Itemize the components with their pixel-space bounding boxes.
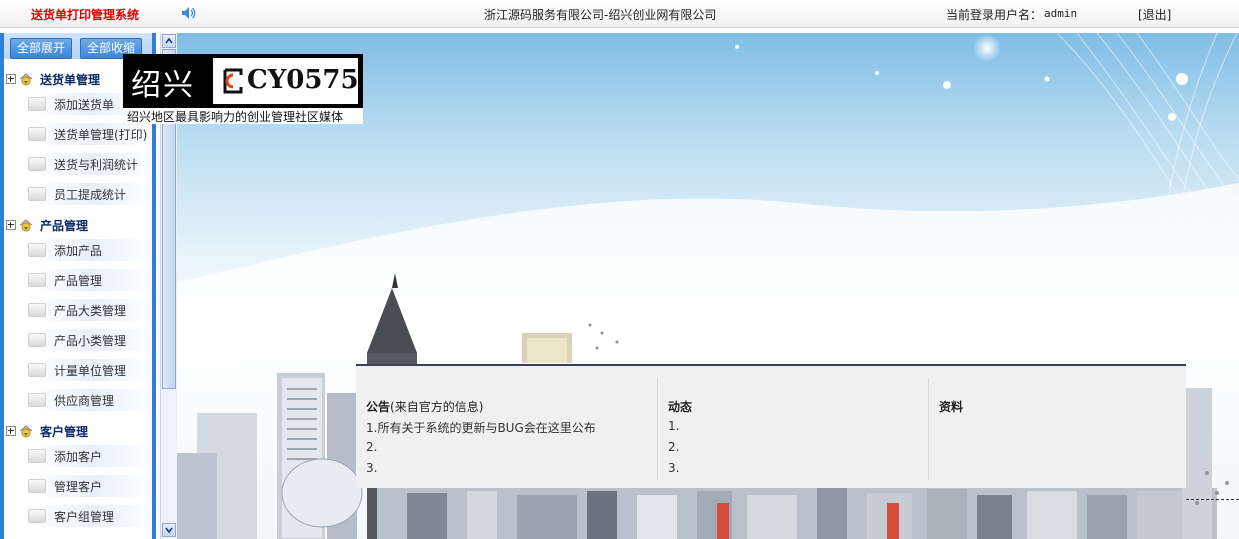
logo-right-panel: CY0575 <box>213 58 359 104</box>
page-icon <box>28 363 46 377</box>
notice-subtitle: (来自官方的信息) <box>390 400 484 414</box>
sidebar-menu-item[interactable]: 送货与利润统计 <box>4 153 152 175</box>
sidebar-menu-item-label: 产品小类管理 <box>54 334 127 348</box>
page-icon <box>28 157 46 171</box>
scroll-down-button[interactable] <box>162 523 176 537</box>
news-line-3: 3. <box>668 461 680 475</box>
page-icon <box>28 303 46 317</box>
sidebar-menu-item[interactable]: 管理客户 <box>4 475 152 497</box>
page-icon <box>28 509 46 523</box>
logo-slogan: 绍兴地区最具影响力的创业管理社区媒体 <box>127 108 363 124</box>
login-label: 当前登录用户名： <box>946 8 1043 22</box>
sidebar-menu-item[interactable]: 产品管理 <box>4 269 152 291</box>
menu-group-label[interactable]: 送货单管理 <box>40 71 100 88</box>
expand-toggle-icon[interactable] <box>6 220 16 230</box>
sidebar-menu-item[interactable]: 客户组管理 <box>4 505 152 527</box>
sidebar-menu-item-label: 产品管理 <box>54 274 103 288</box>
sidebar-menu-item-label: 员工提成统计 <box>54 188 127 202</box>
sidebar-menu-item-label: 送货与利润统计 <box>54 158 139 172</box>
speaker-icon[interactable] <box>181 6 197 20</box>
news-column: 动态 1. 2. 3. <box>657 378 928 480</box>
notice-line-1: 1.所有关于系统的更新与BUG会在这里公布 <box>366 421 596 435</box>
chevron-up-icon <box>165 37 173 44</box>
page-icon <box>28 479 46 493</box>
app-title: 送货单打印管理系统 <box>31 8 140 22</box>
dashed-divider <box>1186 499 1239 500</box>
folder-group-icon <box>18 423 34 439</box>
sidebar-menu-item-label: 添加产品 <box>54 244 103 258</box>
notice-line-3: 3. <box>366 461 378 475</box>
logo-box: 绍兴 CY0575 <box>123 54 363 108</box>
sidebar-menu-item-label: 添加客户 <box>54 450 103 464</box>
news-line-2: 2. <box>668 440 680 454</box>
page-icon <box>28 333 46 347</box>
login-username: admin <box>1044 7 1078 20</box>
folder-group-icon <box>18 217 34 233</box>
expand-toggle-icon[interactable] <box>6 426 16 436</box>
page-icon <box>28 273 46 287</box>
logo-mark-icon <box>223 68 243 94</box>
page-icon <box>28 187 46 201</box>
sidebar-menu-item-label: 供应商管理 <box>54 394 115 408</box>
sidebar-menu-item-label: 送货单管理(打印) <box>54 128 148 142</box>
sidebar-menu-item[interactable]: 产品大类管理 <box>4 299 152 321</box>
sidebar-menu-item[interactable]: 产品小类管理 <box>4 329 152 351</box>
news-title: 动态 <box>668 400 693 414</box>
sidebar-menu-item[interactable]: 添加产品 <box>4 239 152 261</box>
menu-group-label[interactable]: 客户管理 <box>40 423 88 440</box>
sidebar-menu-item-label: 管理客户 <box>54 480 103 494</box>
sidebar-menu-item[interactable]: 供应商管理 <box>4 389 152 411</box>
folder-group-icon <box>18 71 34 87</box>
page-icon <box>28 243 46 257</box>
notice-heading: 公告 <box>366 400 391 414</box>
sidebar-menu-item-label: 计量单位管理 <box>54 364 127 378</box>
company-name: 浙江源码服务有限公司-绍兴创业网有限公司 <box>484 8 717 22</box>
sidebar-menu-item[interactable]: 添加客户 <box>4 445 152 467</box>
notice-column: 公告(来自官方的信息) 1.所有关于系统的更新与BUG会在这里公布 2. 3. <box>356 378 656 480</box>
expand-toggle-icon[interactable] <box>6 74 16 84</box>
logo-text-cn: 绍兴 <box>131 68 195 103</box>
logout-link[interactable]: [退出] <box>1138 6 1171 23</box>
sidebar-menu-item[interactable]: 送货单管理(打印) <box>4 123 152 145</box>
sidebar-menu-item-label: 客户组管理 <box>54 510 115 524</box>
page-icon <box>28 97 46 111</box>
notice-line-2: 2. <box>366 440 378 454</box>
sidebar-menu-item[interactable]: 计量单位管理 <box>4 359 152 381</box>
page-icon <box>28 393 46 407</box>
news-line-1: 1. <box>668 419 680 433</box>
menu-group-label[interactable]: 产品管理 <box>40 217 88 234</box>
chevron-down-icon <box>165 527 173 534</box>
expand-all-button[interactable]: 全部展开 <box>10 38 73 59</box>
sidebar-menu-item-label: 添加送货单 <box>54 98 115 112</box>
logo-text-en: CY0575 <box>247 65 359 95</box>
page-icon <box>28 127 46 141</box>
logo: 绍兴 CY0575 绍兴地区最具影响力的创业管理社区媒体 <box>123 54 363 124</box>
notice-title: 公告(来自官方的信息) <box>366 398 483 415</box>
page-icon <box>28 449 46 463</box>
notice-panel: 公告(来自官方的信息) 1.所有关于系统的更新与BUG会在这里公布 2. 3. … <box>356 364 1186 488</box>
sidebar-menu-item[interactable]: 员工提成统计 <box>4 183 152 205</box>
resources-column: 资料 <box>928 378 1185 480</box>
top-bar: 送货单打印管理系统 浙江源码服务有限公司-绍兴创业网有限公司 当前登录用户名： … <box>0 0 1239 28</box>
scroll-up-button[interactable] <box>162 34 176 48</box>
sidebar-menu-item-label: 产品大类管理 <box>54 304 127 318</box>
resources-title: 资料 <box>939 400 964 414</box>
